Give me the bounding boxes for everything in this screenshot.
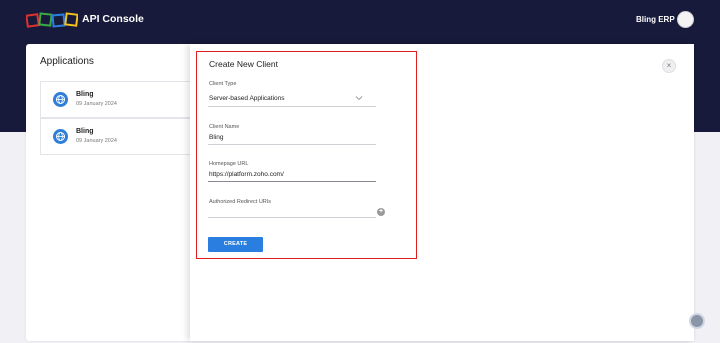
redirect-uris-underline [208,217,376,218]
application-item[interactable]: Bling 09 January 2024 [40,81,191,118]
help-icon[interactable] [689,313,705,329]
plus-circle-icon[interactable]: + [377,208,385,216]
homepage-url-label: Homepage URL [209,161,249,167]
homepage-url-underline [208,181,376,182]
client-type-select[interactable]: Server-based Applications [209,95,285,102]
homepage-url-input[interactable]: https://platform.zoho.com/ [209,171,284,178]
chevron-down-icon[interactable] [355,95,363,101]
globe-icon [53,92,68,107]
redirect-uris-label: Authorized Redirect URIs [209,199,272,205]
close-icon[interactable]: × [662,59,676,73]
form-title: Create New Client [209,59,278,69]
zoho-logo [26,12,78,28]
application-date: 09 January 2024 [76,138,117,144]
client-type-label: Client Type [209,81,237,87]
applications-heading: Applications [40,56,94,67]
avatar[interactable] [677,11,694,28]
app-title: API Console [82,13,144,25]
user-name[interactable]: Bling ERP [636,15,675,24]
client-name-label: Client Name [209,124,240,130]
create-button[interactable]: CREATE [208,237,263,252]
application-item[interactable]: Bling 09 January 2024 [40,118,191,155]
application-date: 09 January 2024 [76,101,117,107]
client-name-input[interactable]: Bling [209,134,223,141]
globe-icon [53,129,68,144]
client-name-underline [208,144,376,145]
client-type-underline [208,106,376,107]
application-name: Bling [76,128,94,135]
application-name: Bling [76,91,94,98]
